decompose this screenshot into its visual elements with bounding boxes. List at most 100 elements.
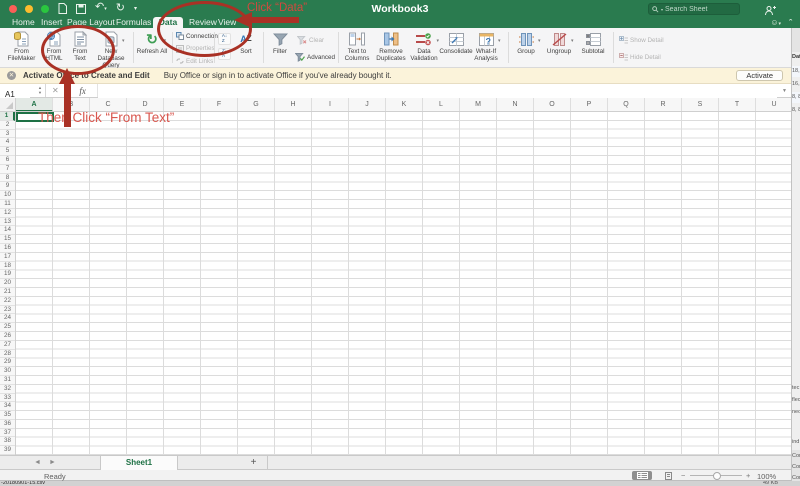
zoom-out-icon[interactable]: −	[681, 471, 685, 480]
column-header-u[interactable]: U	[756, 98, 791, 111]
tab-view[interactable]: View	[218, 17, 236, 28]
from-filemaker-button[interactable]: From FileMaker	[3, 30, 40, 62]
clear-filter-button[interactable]: Clear	[297, 36, 324, 45]
selected-cell-a1[interactable]	[16, 112, 54, 122]
row-header-6[interactable]: 6	[0, 156, 15, 165]
cell-grid[interactable]	[16, 112, 791, 455]
column-header-j[interactable]: J	[349, 98, 386, 111]
row-header-20[interactable]: 20	[0, 279, 15, 288]
data-validation-button[interactable]: ▾ Data Validation	[409, 30, 439, 62]
row-header-37[interactable]: 37	[0, 429, 15, 438]
row-header-14[interactable]: 14	[0, 226, 15, 236]
tab-formulas[interactable]: Formulas	[116, 17, 151, 28]
row-header-9[interactable]: 9	[0, 182, 15, 192]
row-header-3[interactable]: 3	[0, 130, 15, 139]
row-header-21[interactable]: 21	[0, 288, 15, 297]
sheet-tab-sheet1[interactable]: Sheet1	[100, 456, 178, 470]
tab-page-layout[interactable]: Page Layout	[67, 17, 115, 28]
activate-button[interactable]: Activate	[736, 70, 783, 81]
tab-data[interactable]: Data	[153, 17, 183, 28]
column-header-t[interactable]: T	[719, 98, 756, 111]
column-header-i[interactable]: I	[312, 98, 349, 111]
sort-descending-button[interactable]: Z↓ A	[218, 48, 231, 60]
sort-ascending-button[interactable]: A↓ Z	[218, 33, 231, 45]
row-header-22[interactable]: 22	[0, 297, 15, 306]
row-header-38[interactable]: 38	[0, 437, 15, 447]
consolidate-button[interactable]: Consolidate	[439, 30, 473, 55]
row-header-35[interactable]: 35	[0, 411, 15, 420]
refresh-all-button[interactable]: ↻ ▾ Refresh All	[136, 30, 168, 56]
row-header-26[interactable]: 26	[0, 332, 15, 341]
cancel-entry-icon[interactable]: ✕	[52, 86, 59, 95]
column-header-f[interactable]: F	[201, 98, 238, 111]
row-header-12[interactable]: 12	[0, 209, 15, 218]
subtotal-button[interactable]: Subtotal	[578, 30, 608, 55]
filter-button[interactable]: Filter	[267, 30, 293, 55]
zoom-slider-thumb[interactable]	[713, 471, 721, 480]
row-header-18[interactable]: 18	[0, 262, 15, 271]
feedback-smiley-icon[interactable]: ☺▾	[770, 18, 781, 27]
row-header-27[interactable]: 27	[0, 341, 15, 350]
row-header-8[interactable]: 8	[0, 174, 15, 183]
column-header-p[interactable]: P	[571, 98, 608, 111]
row-header-4[interactable]: 4	[0, 138, 15, 148]
from-html-button[interactable]: From HTML	[41, 30, 67, 62]
dismiss-notice-icon[interactable]: ✕	[7, 71, 16, 80]
column-header-o[interactable]: O	[534, 98, 571, 111]
column-header-q[interactable]: Q	[608, 98, 645, 111]
from-text-button[interactable]: From Text	[67, 30, 93, 62]
properties-button[interactable]: Properties	[176, 44, 215, 53]
column-header-h[interactable]: H	[275, 98, 312, 111]
search-input[interactable]	[665, 5, 736, 13]
formula-bar-expand-icon[interactable]: ▼	[782, 88, 787, 94]
search-box[interactable]: ▾	[648, 3, 740, 15]
hide-detail-button[interactable]: Hide Detail	[619, 53, 661, 61]
column-header-b[interactable]: B	[53, 98, 90, 111]
column-header-d[interactable]: D	[127, 98, 164, 111]
row-header-1[interactable]: 1	[0, 112, 15, 121]
advanced-filter-button[interactable]: Advanced	[295, 53, 335, 62]
row-header-7[interactable]: 7	[0, 165, 15, 174]
show-detail-button[interactable]: Show Detail	[619, 36, 664, 44]
row-header-34[interactable]: 34	[0, 402, 15, 412]
column-header-n[interactable]: N	[497, 98, 534, 111]
column-header-r[interactable]: R	[645, 98, 682, 111]
prev-sheet-icon[interactable]: ◄	[34, 459, 49, 466]
column-header-k[interactable]: K	[386, 98, 423, 111]
row-header-11[interactable]: 11	[0, 200, 15, 209]
column-header-m[interactable]: M	[460, 98, 497, 111]
next-sheet-icon[interactable]: ►	[49, 459, 64, 466]
page-layout-view-button[interactable]	[658, 471, 678, 480]
insert-function-icon[interactable]: fx	[79, 86, 86, 96]
column-header-l[interactable]: L	[423, 98, 460, 111]
row-header-13[interactable]: 13	[0, 218, 15, 227]
row-header-33[interactable]: 33	[0, 394, 15, 403]
row-header-36[interactable]: 36	[0, 420, 15, 429]
collapse-ribbon-icon[interactable]: ˆ	[789, 18, 792, 28]
name-box[interactable]: ▲▼	[0, 84, 46, 101]
row-header-15[interactable]: 15	[0, 235, 15, 244]
tab-home[interactable]: Home	[12, 17, 35, 28]
row-header-17[interactable]: 17	[0, 253, 15, 262]
select-all-corner[interactable]	[0, 98, 16, 112]
edit-links-button[interactable]: Edit Links	[176, 57, 213, 65]
name-box-stepper-icon[interactable]: ▲ ▼	[38, 85, 42, 95]
row-header-39[interactable]: 39	[0, 446, 15, 455]
remove-duplicates-button[interactable]: Remove Duplicates	[374, 30, 408, 62]
row-header-31[interactable]: 31	[0, 376, 15, 385]
sort-button[interactable]: AZ Sort	[234, 30, 258, 55]
row-header-29[interactable]: 29	[0, 358, 15, 368]
zoom-slider[interactable]	[690, 471, 742, 480]
group-button[interactable]: ▾ Group	[512, 30, 541, 55]
column-header-e[interactable]: E	[164, 98, 201, 111]
row-header-23[interactable]: 23	[0, 306, 15, 315]
ungroup-button[interactable]: ▾ Ungroup	[543, 30, 575, 55]
row-header-16[interactable]: 16	[0, 244, 15, 253]
row-header-24[interactable]: 24	[0, 314, 15, 324]
text-to-columns-button[interactable]: Text to Columns	[341, 30, 373, 62]
row-header-10[interactable]: 10	[0, 191, 15, 200]
row-header-5[interactable]: 5	[0, 147, 15, 156]
confirm-entry-icon[interactable]: ✓	[66, 86, 73, 95]
row-header-2[interactable]: 2	[0, 121, 15, 130]
row-header-25[interactable]: 25	[0, 323, 15, 332]
